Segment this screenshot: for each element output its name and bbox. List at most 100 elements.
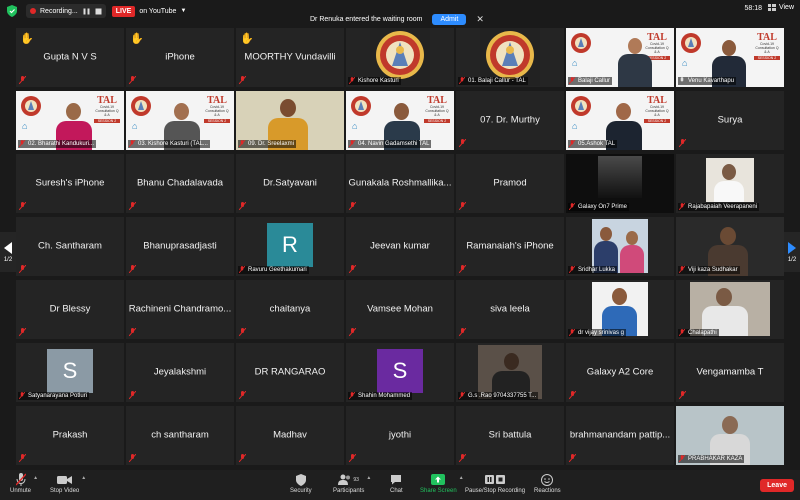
participant-tile[interactable]: 09. Dr. Sreelaxmi xyxy=(236,91,344,150)
participant-tile[interactable]: Ramanaiah's iPhone xyxy=(456,217,564,276)
reactions-button[interactable]: Reactions xyxy=(534,473,561,494)
shield-icon[interactable] xyxy=(6,5,18,17)
participant-tile[interactable]: Bhanu Chadalavada xyxy=(126,154,234,213)
home-icon: ⌂ xyxy=(572,121,578,131)
tal-banner: TAL Covid-19 Consultation Q & A SESSION 2 xyxy=(94,95,120,123)
participant-tile[interactable]: Rajabapaiah Veerapaneni xyxy=(676,154,784,213)
participant-tile[interactable]: Pramod xyxy=(456,154,564,213)
participant-name: Bhanuprasadjasti xyxy=(143,240,217,252)
muted-mic-icon xyxy=(19,327,26,336)
participant-tile[interactable]: ✋ Gupta N V S xyxy=(16,28,124,87)
participant-tile[interactable]: ⌂ TAL Covid-19 Consultation Q & A SESSION … xyxy=(566,28,674,87)
share-screen-button[interactable]: Share Screen ▲ xyxy=(420,473,464,494)
participant-tile[interactable]: Sridhar Lukka xyxy=(566,217,674,276)
participant-tile[interactable]: G.s .Rao 9704337755 T... xyxy=(456,343,564,402)
participant-label: 02. Bharathi Kandukuri... xyxy=(18,139,97,148)
participant-tile[interactable]: DR RANGARAO xyxy=(236,343,344,402)
top-bar: Recording... LIVE on YouTube ▼ Dr Renuka… xyxy=(0,0,800,25)
participant-tile[interactable]: brahmanandam pattip... xyxy=(566,406,674,465)
participant-tile[interactable]: ch santharam xyxy=(126,406,234,465)
participant-tile[interactable]: chaitanya xyxy=(236,280,344,339)
participant-tile[interactable]: R Ravuru Geethakumari xyxy=(236,217,344,276)
muted-mic-icon xyxy=(129,201,136,210)
person-body xyxy=(714,181,744,202)
security-button[interactable]: Security xyxy=(290,473,312,494)
participant-tile[interactable]: PRABHAKAR KAZA xyxy=(676,406,784,465)
participant-tile[interactable]: Suresh's iPhone xyxy=(16,154,124,213)
meeting-toolbar: Unmute ▲ Stop Video ▲ Security 93 Partic… xyxy=(0,470,800,500)
participant-tile[interactable]: S Satyanarayana Potluri xyxy=(16,343,124,402)
tal-banner: TAL Covid-19 Consultation Q & A SESSION 2 xyxy=(424,95,450,123)
participant-tile[interactable]: Madhav xyxy=(236,406,344,465)
muted-mic-icon xyxy=(679,390,686,399)
caret-up-icon[interactable]: ▲ xyxy=(33,475,38,481)
participant-tile[interactable]: ⌂ TAL Covid-19 Consultation Q & A SESSION … xyxy=(566,91,674,150)
participant-tile[interactable]: Galaxy A2 Core xyxy=(566,343,674,402)
muted-mic-icon xyxy=(569,202,575,210)
close-icon[interactable]: ✕ xyxy=(476,14,484,25)
view-button[interactable]: View xyxy=(767,4,794,11)
participants-button[interactable]: 93 Participants ▲ xyxy=(333,473,371,494)
person-head xyxy=(504,353,519,370)
participant-tile[interactable]: Chalapathi xyxy=(676,280,784,339)
muted-mic-icon xyxy=(459,453,466,462)
participant-tile[interactable]: Jeevan kumar xyxy=(346,217,454,276)
participant-tile[interactable]: Prakash xyxy=(16,406,124,465)
participant-tile[interactable]: Kishore Kasturi xyxy=(346,28,454,87)
participant-tile[interactable]: Jeyalakshmi xyxy=(126,343,234,402)
participant-tile[interactable]: Surya xyxy=(676,91,784,150)
participant-tile[interactable]: ⌂ TAL Covid-19 Consultation Q & A SESSION … xyxy=(16,91,124,150)
tal-logo-icon xyxy=(351,96,371,116)
stop-video-button[interactable]: Stop Video ▲ xyxy=(50,473,86,494)
participant-tile[interactable]: ⌂ TAL Covid-19 Consultation Q & A SESSION … xyxy=(126,91,234,150)
participant-name: Gunakala Roshmallika... xyxy=(348,177,452,189)
muted-mic-icon xyxy=(349,76,355,84)
participant-tile[interactable]: Gunakala Roshmallika... xyxy=(346,154,454,213)
participant-tile[interactable]: Viji kaza Sudhakar xyxy=(676,217,784,276)
participant-tile[interactable]: ✋ iPhone xyxy=(126,28,234,87)
unmute-button[interactable]: Unmute ▲ xyxy=(10,473,38,494)
participant-tile[interactable]: Ch. Santharam xyxy=(16,217,124,276)
participant-tile[interactable]: Dr Blessy xyxy=(16,280,124,339)
next-page-button[interactable]: 1/2 xyxy=(784,232,800,272)
caret-up-icon[interactable]: ▲ xyxy=(81,475,86,481)
participant-tile[interactable]: Vamsee Mohan xyxy=(346,280,454,339)
caret-up-icon[interactable]: ▲ xyxy=(366,475,371,481)
participant-tile[interactable]: ⌂ TAL Covid-19 Consultation Q & A SESSION … xyxy=(346,91,454,150)
participant-tile-active-speaker[interactable]: ⌂ TAL Covid-19 Consultation Q & A SESSION … xyxy=(676,28,784,87)
avatar: S xyxy=(47,349,93,393)
participant-tile[interactable]: 01. Balaji Callur - TAL xyxy=(456,28,564,87)
participant-tile[interactable]: Dr.Satyavani xyxy=(236,154,344,213)
participant-tile[interactable]: Vengamamba T xyxy=(676,343,784,402)
participant-tile[interactable]: dr vijay srinivas g xyxy=(566,280,674,339)
stop-recording-icon[interactable] xyxy=(95,8,102,15)
chat-button[interactable]: Chat xyxy=(390,473,403,494)
participant-tile[interactable]: Galaxy On7 Prime xyxy=(566,154,674,213)
muted-mic-icon xyxy=(679,202,685,210)
participant-tile[interactable]: S Shahin Mohammed xyxy=(346,343,454,402)
previous-page-button[interactable]: 1/2 xyxy=(0,232,16,272)
participant-name: dr vijay srinivas g xyxy=(578,329,625,336)
participant-label: Venu Kavarthapu xyxy=(678,76,737,85)
pause-recording-icon[interactable] xyxy=(83,8,90,15)
muted-mic-icon xyxy=(349,453,356,462)
participant-count: 93 xyxy=(353,476,359,483)
participant-tile[interactable]: Bhanuprasadjasti xyxy=(126,217,234,276)
muted-mic-icon xyxy=(459,76,465,84)
participant-tile[interactable]: jyothi xyxy=(346,406,454,465)
participant-tile[interactable]: Sri battula xyxy=(456,406,564,465)
participant-tile[interactable]: Rachineni Chandramo... xyxy=(126,280,234,339)
participant-name: jyothi xyxy=(388,429,412,441)
muted-mic-icon xyxy=(19,201,26,210)
admit-button[interactable]: Admit xyxy=(432,13,467,25)
pause-stop-recording-button[interactable]: Pause/Stop Recording xyxy=(465,473,525,494)
participant-tile[interactable]: siva leela xyxy=(456,280,564,339)
leave-button[interactable]: Leave xyxy=(760,479,794,492)
home-icon: ⌂ xyxy=(352,121,358,131)
participant-tile[interactable]: 07. Dr. Murthy xyxy=(456,91,564,150)
person-head xyxy=(716,288,732,306)
caret-up-icon[interactable]: ▲ xyxy=(459,475,464,481)
live-stream-menu[interactable]: on YouTube ▼ xyxy=(139,8,186,15)
participant-tile[interactable]: ✋ MOORTHY Vundavilli xyxy=(236,28,344,87)
raised-hand-icon: ✋ xyxy=(240,33,254,45)
